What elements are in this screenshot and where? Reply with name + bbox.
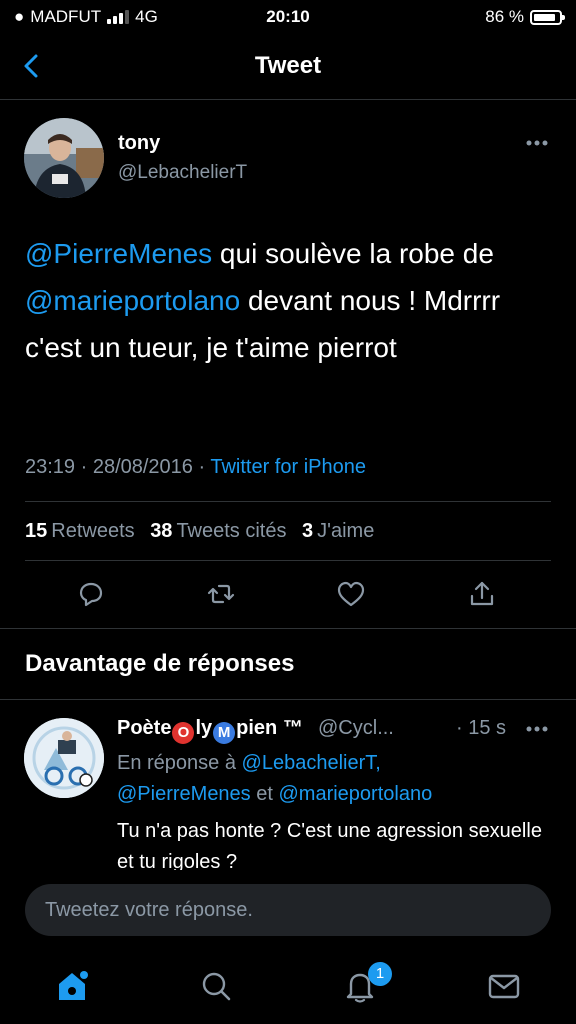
status-right: 86 %	[485, 7, 565, 27]
battery-percent: 86 %	[485, 7, 524, 26]
navigation-bar: Tweet	[0, 34, 576, 100]
more-options-icon[interactable]	[526, 140, 548, 146]
mention-link[interactable]: @marieportolano	[278, 783, 432, 805]
tweet-stats: 15 Retweets 38 Tweets cités 3 J'aime	[25, 520, 384, 543]
retweets-label: Retweets	[51, 520, 135, 542]
m-circled-emoji-icon: M	[213, 722, 236, 744]
mail-icon[interactable]	[486, 968, 522, 1004]
reply-timestamp: · 15 s	[456, 717, 507, 739]
reply-name-part: ly	[195, 717, 213, 739]
tweet-actions	[0, 578, 576, 618]
likes-count: 3	[302, 520, 314, 542]
avatar[interactable]	[24, 718, 104, 798]
reply-text: Tu n'a pas honte ? C'est une agression s…	[117, 820, 542, 870]
status-bar: ● MADFUT 4G 20:10 86 %	[0, 0, 576, 34]
reply-icon[interactable]	[75, 578, 107, 610]
quotes-count: 38	[150, 520, 173, 542]
battery-fill	[534, 13, 555, 21]
mention-link[interactable]: @marieportolano	[25, 285, 240, 316]
quotes-stat[interactable]: 38 Tweets cités	[150, 520, 286, 542]
retweets-stat[interactable]: 15 Retweets	[25, 520, 135, 542]
share-icon[interactable]	[466, 578, 498, 610]
search-icon[interactable]	[198, 968, 234, 1004]
in-reply-to-label: En réponse à	[117, 752, 242, 774]
more-options-icon[interactable]	[526, 726, 548, 732]
tweet-text-part: qui soulève la robe de	[212, 238, 494, 269]
tweet-source-link[interactable]: Twitter for iPhone	[210, 456, 366, 478]
tab-bar	[0, 950, 576, 1024]
tweet-timestamp: 23:19 · 28/08/2016 ·	[25, 456, 211, 478]
retweets-count: 15	[25, 520, 48, 542]
tweet-text: @PierreMenes qui soulève la robe de @mar…	[25, 230, 555, 371]
divider	[25, 501, 551, 502]
home-icon[interactable]	[54, 968, 90, 1004]
section-title: Davantage de réponses	[25, 650, 295, 677]
retweet-icon[interactable]	[205, 578, 237, 610]
page-title: Tweet	[254, 52, 322, 79]
in-reply-to: En réponse à @LebachelierT, @PierreMenes …	[117, 748, 537, 810]
reply-author-name[interactable]: Poète Oly Mpien ™	[117, 717, 303, 744]
mention-link[interactable]: @PierreMenes	[117, 783, 251, 805]
likes-stat[interactable]: 3 J'aime	[302, 520, 374, 542]
reply-composer-input[interactable]: Tweetez votre réponse.	[25, 884, 551, 936]
in-reply-to-and: et	[250, 783, 279, 805]
reply-name-part: pien ™	[236, 717, 303, 739]
o-button-emoji-icon: O	[172, 722, 195, 744]
author-handle[interactable]: @LebachelierT	[118, 162, 247, 184]
reply-tweet[interactable]: Poète Oly Mpien ™ @Cycl... · 15 s En répon…	[0, 700, 576, 870]
divider	[25, 560, 551, 561]
likes-label: J'aime	[317, 520, 375, 542]
notification-badge: 1	[368, 962, 392, 986]
divider	[0, 628, 576, 629]
mention-link[interactable]: @LebachelierT,	[242, 752, 381, 774]
avatar[interactable]	[24, 118, 104, 198]
mention-link[interactable]: @PierreMenes	[25, 238, 212, 269]
battery-icon	[530, 9, 565, 25]
author-name[interactable]: tony	[118, 132, 160, 155]
tweet-meta: 23:19 · 28/08/2016 · Twitter for iPhone	[25, 456, 366, 479]
reply-author-handle[interactable]: @Cycl...	[318, 717, 394, 740]
quotes-label: Tweets cités	[176, 520, 287, 542]
reply-name-part: Poète	[117, 717, 172, 739]
heart-icon[interactable]	[335, 578, 367, 610]
